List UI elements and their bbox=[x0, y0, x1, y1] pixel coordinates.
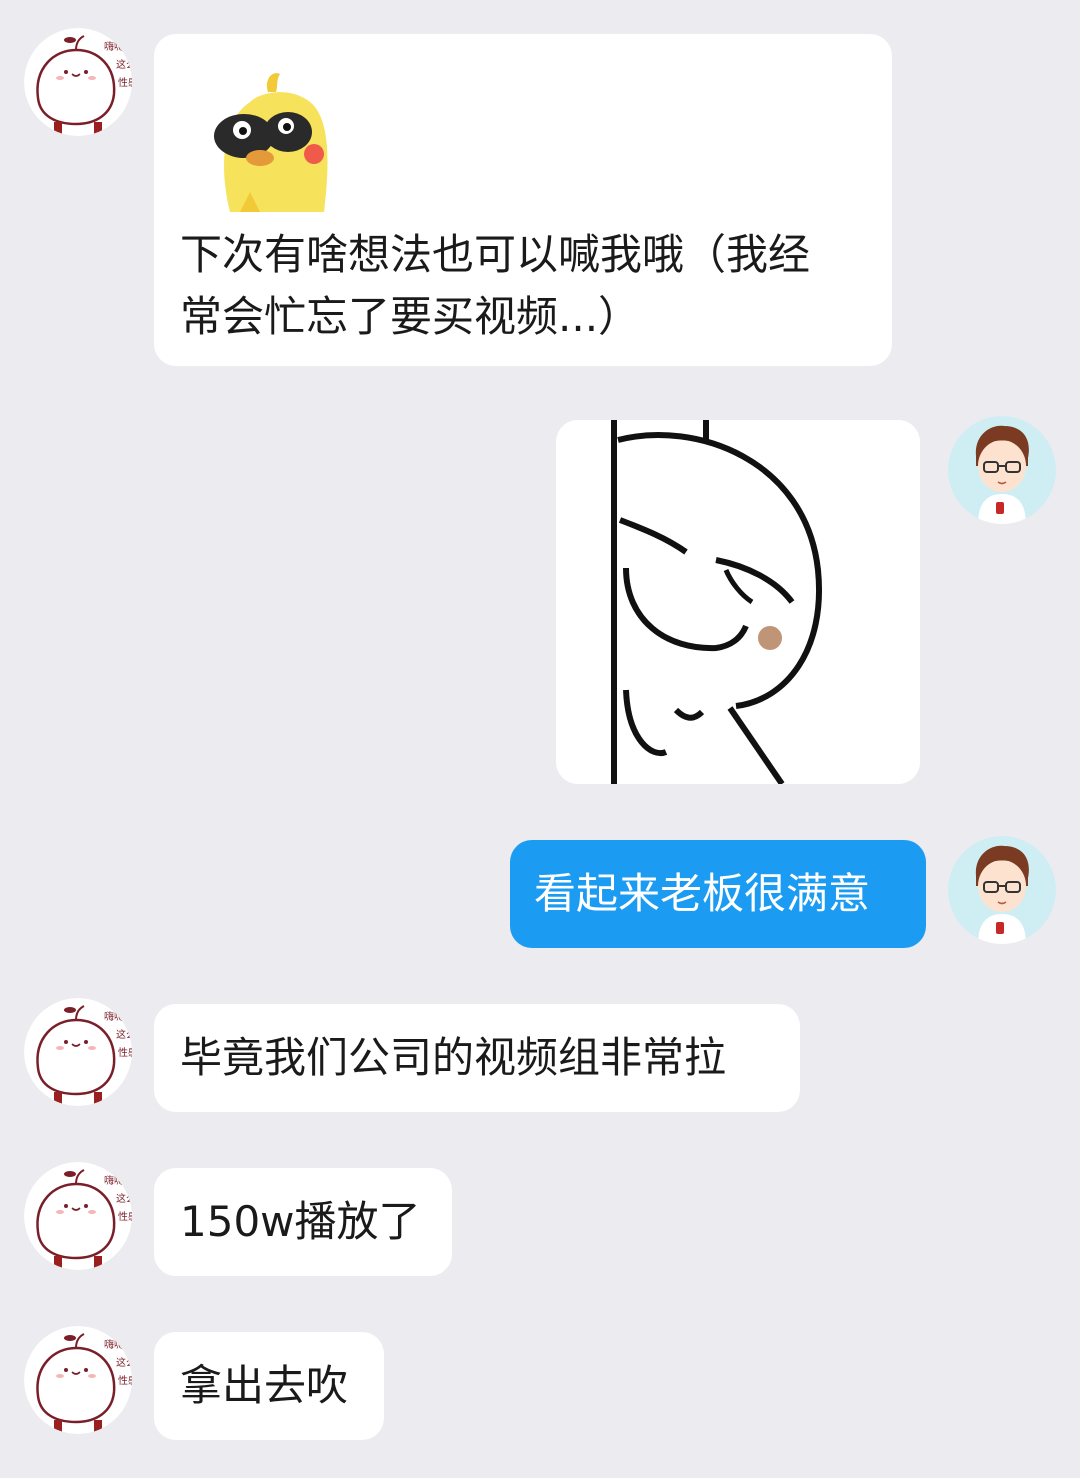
avatar-other[interactable] bbox=[24, 1162, 132, 1270]
message-bubble-other[interactable]: 毕竟我们公司的视频组非常拉 bbox=[154, 1004, 800, 1112]
cartoon-bun-avatar-icon bbox=[24, 1162, 132, 1270]
message-bubble-me[interactable]: 看起来老板很满意 bbox=[510, 840, 926, 948]
cartoon-boy-glasses-avatar-icon bbox=[948, 416, 1056, 524]
message-text: 拿出去吹 bbox=[180, 1361, 349, 1410]
avatar-me[interactable] bbox=[948, 836, 1056, 944]
message-text: 150w播放了 bbox=[180, 1197, 421, 1246]
peeking-face-sticker[interactable] bbox=[556, 420, 920, 784]
message-bubble-other[interactable]: 下次有啥想法也可以喊我哦（我经 常会忙忘了要买视频...） bbox=[154, 34, 892, 366]
avatar-me[interactable] bbox=[948, 416, 1056, 524]
message-text-line-1: 下次有啥想法也可以喊我哦（我经 bbox=[180, 230, 811, 279]
avatar-other[interactable] bbox=[24, 1326, 132, 1434]
peeking-face-sticker-icon bbox=[556, 420, 920, 784]
message-bubble-other[interactable]: 拿出去吹 bbox=[154, 1332, 384, 1440]
cartoon-bun-avatar-icon bbox=[24, 998, 132, 1106]
cartoon-bun-avatar-icon bbox=[24, 28, 132, 136]
message-text: 看起来老板很满意 bbox=[534, 869, 871, 918]
cartoon-bun-avatar-icon bbox=[24, 1326, 132, 1434]
avatar-other[interactable] bbox=[24, 998, 132, 1106]
message-bubble-other[interactable]: 150w播放了 bbox=[154, 1168, 452, 1276]
cartoon-boy-glasses-avatar-icon bbox=[948, 836, 1056, 944]
message-text-line-2: 常会忙忘了要买视频...） bbox=[180, 292, 641, 341]
avatar-other[interactable] bbox=[24, 28, 132, 136]
yellow-duck-sticker-icon bbox=[214, 73, 328, 212]
message-text: 毕竟我们公司的视频组非常拉 bbox=[180, 1033, 727, 1082]
